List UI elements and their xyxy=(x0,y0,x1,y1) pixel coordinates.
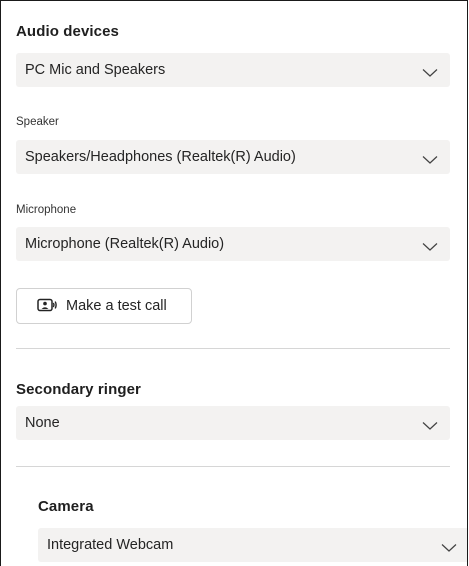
camera-title: Camera xyxy=(38,498,94,515)
camera-dropdown[interactable]: Integrated Webcam xyxy=(38,528,467,562)
device-settings-panel: Audio devices PC Mic and Speakers Speake… xyxy=(0,0,468,566)
camera-value: Integrated Webcam xyxy=(47,537,174,553)
secondary-ringer-value: None xyxy=(25,415,60,431)
microphone-value: Microphone (Realtek(R) Audio) xyxy=(25,236,225,252)
speaker-dropdown[interactable]: Speakers/Headphones (Realtek(R) Audio) xyxy=(16,140,450,174)
chevron-down-icon xyxy=(441,540,457,552)
test-call-icon xyxy=(37,298,57,314)
speaker-value: Speakers/Headphones (Realtek(R) Audio) xyxy=(25,149,296,165)
secondary-ringer-title: Secondary ringer xyxy=(16,381,141,398)
make-test-call-label: Make a test call xyxy=(66,298,167,314)
chevron-down-icon xyxy=(422,65,438,77)
section-divider xyxy=(16,348,450,349)
secondary-ringer-dropdown[interactable]: None xyxy=(16,406,450,440)
microphone-label: Microphone xyxy=(16,204,77,216)
audio-device-dropdown[interactable]: PC Mic and Speakers xyxy=(16,53,450,87)
make-test-call-button[interactable]: Make a test call xyxy=(16,288,192,324)
audio-devices-title: Audio devices xyxy=(16,23,119,40)
speaker-label: Speaker xyxy=(16,116,59,128)
section-divider xyxy=(16,466,450,467)
chevron-down-icon xyxy=(422,152,438,164)
microphone-dropdown[interactable]: Microphone (Realtek(R) Audio) xyxy=(16,227,450,261)
audio-device-value: PC Mic and Speakers xyxy=(25,62,166,78)
chevron-down-icon xyxy=(422,418,438,430)
chevron-down-icon xyxy=(422,239,438,251)
